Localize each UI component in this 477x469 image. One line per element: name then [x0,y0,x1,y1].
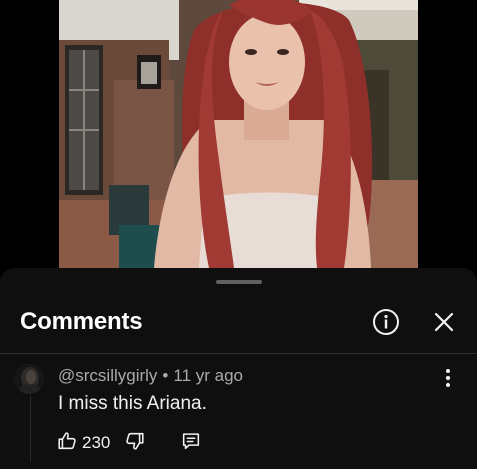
comment-author[interactable]: @srcsillygirly [58,366,157,385]
like-button[interactable]: 230 [56,430,110,457]
comment-actions: 230 [56,430,202,456]
info-icon[interactable] [371,307,401,337]
thumbs-down-icon [124,430,146,457]
thumbs-up-icon [56,430,78,457]
drag-handle[interactable] [216,280,262,284]
comments-title: Comments [20,308,143,335]
header-divider [0,353,477,354]
meta-separator: • [162,366,169,385]
like-count: 230 [82,433,111,452]
reply-button[interactable] [180,430,202,457]
avatar[interactable] [14,364,44,394]
video-player[interactable] [0,0,477,270]
dislike-button[interactable] [124,430,146,457]
comment-meta: @srcsillygirly • 11 yr ago [58,366,243,386]
comments-sheet: Comments @srcsillygirly • 11 yr ago I mi… [0,268,477,469]
video-frame[interactable] [59,0,418,268]
video-still-image [59,0,418,268]
reply-icon [180,430,202,457]
more-vert-icon[interactable] [436,364,460,392]
comment-age: 11 yr ago [173,366,243,385]
comment-item[interactable]: @srcsillygirly • 11 yr ago I miss this Ari… [0,358,477,469]
comments-header: Comments [0,296,477,352]
youtube-mobile-screen: Comments @srcsillygirly • 11 yr ago I mi… [0,0,477,469]
close-icon[interactable] [430,308,458,336]
comment-text: I miss this Ariana. [58,393,207,414]
thread-line [30,396,31,462]
